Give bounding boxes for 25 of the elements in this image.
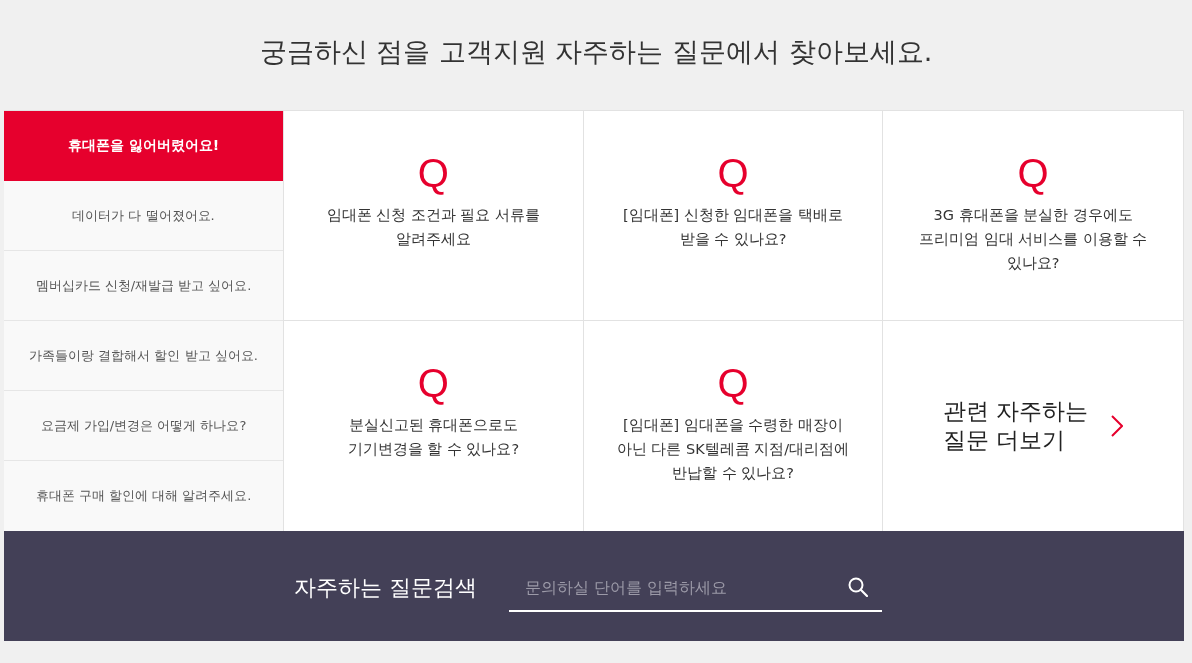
- question-text: 임대폰 신청 조건과 필요 서류를 알려주세요: [325, 206, 542, 249]
- q-label: Q: [417, 151, 449, 195]
- question-text: 분실신고된 휴대폰으로도 기기변경을 할 수 있나요?: [346, 416, 521, 459]
- q-label: Q: [717, 151, 749, 195]
- category-tab[interactable]: 휴대폰을 잃어버렸어요!: [4, 111, 283, 181]
- category-tab[interactable]: 가족들이랑 결합해서 할인 받고 싶어요.: [4, 321, 283, 391]
- faq-card[interactable]: Q [임대폰] 신청한 임대폰을 택배로 받을 수 있나요?: [583, 111, 884, 321]
- search-button[interactable]: [848, 577, 868, 597]
- page-heading: 궁금하신 점을 고객지원 자주하는 질문에서 찾아보세요.: [258, 35, 934, 69]
- chevron-right-icon: [1111, 415, 1124, 437]
- q-label: Q: [1017, 151, 1049, 195]
- search-label: 자주하는 질문검색: [294, 574, 477, 602]
- q-label: Q: [717, 361, 749, 405]
- question-text: [임대폰] 신청한 임대폰을 택배로 받을 수 있나요?: [621, 206, 845, 249]
- category-tab[interactable]: 멤버십카드 신청/재발급 받고 싶어요.: [4, 251, 283, 321]
- search-icon: [848, 577, 868, 597]
- more-faq-link[interactable]: 관련 자주하는 질문 더보기: [943, 397, 1124, 455]
- question-text: [임대폰] 임대폰을 수령한 매장이 아닌 다른 SK텔레콤 지점/대리점에 반납할 수 있나요?: [615, 416, 851, 483]
- search-field[interactable]: 문의하실 단어를 입력하세요: [509, 568, 882, 612]
- category-tab[interactable]: 휴대폰 구매 할인에 대해 알려주세요.: [4, 461, 283, 531]
- category-tab[interactable]: 요금제 가입/변경은 어떻게 하나요?: [4, 391, 283, 461]
- faq-card[interactable]: Q 임대폰 신청 조건과 필요 서류를 알려주세요: [284, 111, 584, 321]
- question-text: 3G 휴대폰을 분실한 경우에도 프리미엄 임대 서비스를 이용할 수 있나요?: [917, 206, 1149, 273]
- q-label: Q: [417, 361, 449, 405]
- category-tab[interactable]: 데이터가 다 떨어졌어요.: [4, 181, 283, 251]
